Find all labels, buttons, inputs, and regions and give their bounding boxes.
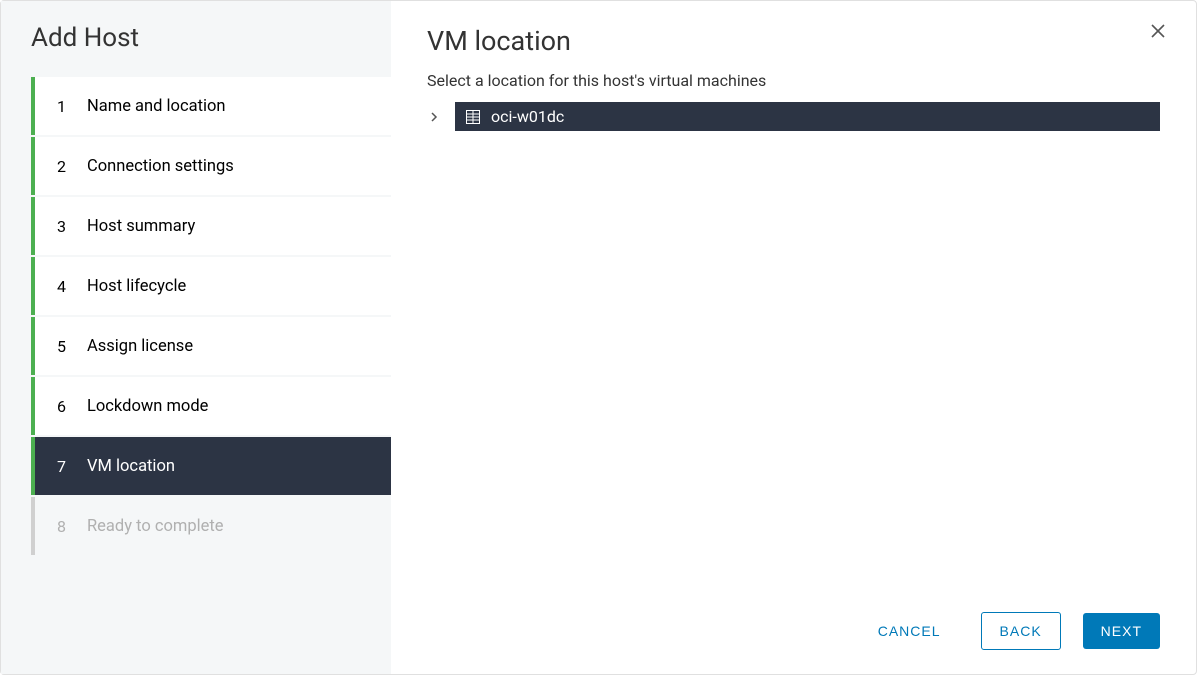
location-tree: oci-w01dc	[427, 102, 1160, 131]
step-number: 2	[57, 157, 71, 176]
cancel-button[interactable]: CANCEL	[860, 613, 959, 649]
step-label: Host summary	[87, 217, 195, 236]
step-connection-settings[interactable]: 2 Connection settings	[31, 137, 391, 195]
wizard-steps: 1 Name and location 2 Connection setting…	[31, 77, 391, 555]
step-number: 1	[57, 97, 71, 116]
datacenter-icon	[465, 109, 481, 125]
step-ready-to-complete: 8 Ready to complete	[31, 497, 391, 555]
step-number: 3	[57, 217, 71, 236]
step-number: 8	[57, 517, 71, 536]
wizard-main: VM location Select a location for this h…	[391, 1, 1196, 674]
step-vm-location[interactable]: 7 VM location	[31, 437, 391, 495]
step-label: Lockdown mode	[87, 397, 208, 416]
step-lockdown-mode[interactable]: 6 Lockdown mode	[31, 377, 391, 435]
step-label: VM location	[87, 457, 175, 476]
tree-row: oci-w01dc	[427, 102, 1160, 131]
step-label: Name and location	[87, 97, 226, 116]
expand-icon[interactable]	[427, 112, 441, 122]
back-button[interactable]: BACK	[981, 612, 1061, 650]
step-label: Assign license	[87, 337, 193, 356]
page-title: VM location	[427, 25, 1160, 57]
step-number: 5	[57, 337, 71, 356]
step-assign-license[interactable]: 5 Assign license	[31, 317, 391, 375]
step-host-summary[interactable]: 3 Host summary	[31, 197, 391, 255]
tree-item-datacenter[interactable]: oci-w01dc	[455, 102, 1160, 131]
close-button[interactable]	[1150, 23, 1166, 43]
step-number: 4	[57, 277, 71, 296]
add-host-dialog: Add Host 1 Name and location 2 Connectio…	[0, 0, 1197, 675]
step-host-lifecycle[interactable]: 4 Host lifecycle	[31, 257, 391, 315]
next-button[interactable]: NEXT	[1083, 613, 1160, 649]
step-label: Host lifecycle	[87, 277, 186, 296]
step-name-and-location[interactable]: 1 Name and location	[31, 77, 391, 135]
step-label: Connection settings	[87, 157, 234, 176]
close-icon	[1150, 23, 1166, 39]
step-number: 6	[57, 397, 71, 416]
chevron-right-icon	[429, 112, 439, 122]
page-subtitle: Select a location for this host's virtua…	[427, 71, 1160, 90]
wizard-footer: CANCEL BACK NEXT	[427, 592, 1160, 650]
step-number: 7	[57, 457, 71, 476]
wizard-sidebar: Add Host 1 Name and location 2 Connectio…	[1, 1, 391, 674]
tree-item-label: oci-w01dc	[491, 107, 564, 126]
wizard-title: Add Host	[1, 23, 391, 77]
step-label: Ready to complete	[87, 517, 224, 536]
